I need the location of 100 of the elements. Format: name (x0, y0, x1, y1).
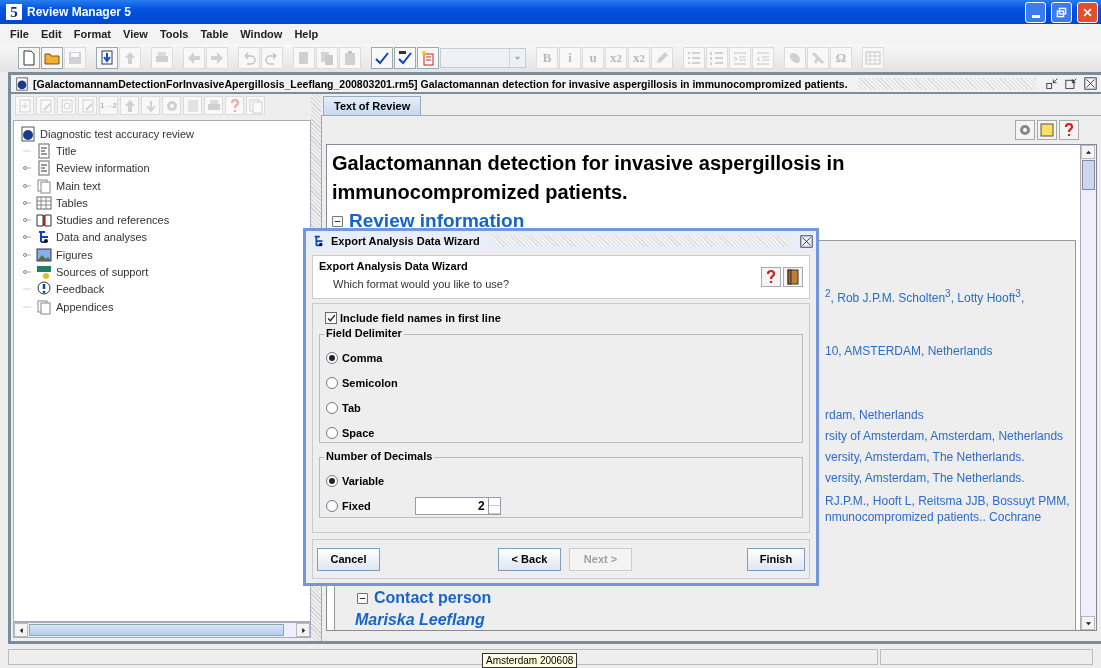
menu-item[interactable]: Table (194, 28, 235, 40)
tree-item[interactable]: Diagnostic test accuracy review (40, 127, 195, 140)
page-icon (21, 50, 37, 66)
scrollbar-thumb[interactable] (29, 624, 284, 636)
folder-icon (44, 50, 60, 66)
add-page-icon (16, 97, 33, 114)
pages-icon (36, 298, 52, 315)
tree-item[interactable]: Figures (56, 248, 93, 261)
radio-button[interactable] (326, 499, 338, 512)
edit-page-icon (79, 97, 96, 114)
arrow-left-icon (186, 50, 202, 66)
menu-item[interactable]: View (117, 28, 154, 40)
review-document-icon (15, 76, 29, 91)
numbered-list-icon (709, 50, 725, 66)
menu-item[interactable]: Help (288, 28, 325, 40)
close-icon (1082, 6, 1093, 18)
tree-item[interactable]: Feedback (56, 283, 105, 296)
arrow-right-icon (209, 50, 225, 66)
outdent-icon (755, 50, 771, 66)
checkbox-label[interactable]: Include field names in first line (340, 312, 501, 324)
radio-button[interactable] (326, 426, 338, 439)
review-text: 10, AMSTERDAM, Netherlands (825, 343, 994, 360)
tab[interactable]: Text of Review (323, 96, 422, 115)
vertical-scrollbar[interactable] (1080, 145, 1096, 630)
checkmark-button[interactable] (371, 47, 393, 69)
tree-item[interactable]: Data and analyses (56, 231, 148, 244)
page-button[interactable] (18, 47, 40, 69)
radio-label[interactable]: Comma (342, 351, 383, 364)
radio-label[interactable]: Space (342, 426, 375, 439)
help-button[interactable] (1059, 120, 1079, 140)
number-spinner[interactable]: 2 (414, 496, 501, 515)
close-icon (1084, 77, 1097, 90)
checkbox[interactable] (325, 312, 337, 324)
document-icon (420, 50, 436, 66)
radio-label[interactable]: Variable (342, 474, 385, 487)
restore-button[interactable] (1051, 1, 1072, 23)
tooltip: Amsterdam 200608 (482, 653, 578, 668)
review-text: rdam, Netherlands (825, 407, 925, 424)
group-label: Number of Decimals (324, 450, 435, 462)
menu-item[interactable]: File (4, 28, 35, 40)
note-button[interactable] (1037, 120, 1057, 140)
book-icon (785, 269, 801, 285)
tree-item[interactable]: Review information (56, 162, 150, 175)
dialog-button[interactable]: Cancel (317, 547, 380, 571)
open-book-icon (36, 212, 52, 229)
radio-label[interactable]: Tab (342, 401, 361, 414)
menu-item[interactable]: Tools (153, 28, 195, 40)
table-icon (36, 194, 52, 211)
import-button[interactable] (96, 47, 118, 69)
clipboard-icon (342, 50, 358, 66)
review-text: versity, Amsterdam, The Netherlands. (825, 470, 1026, 487)
wizard-instruction: Which format would you like to use? (332, 278, 510, 290)
radio-button[interactable] (326, 351, 338, 364)
horizontal-scrollbar[interactable] (13, 622, 311, 638)
menu-item[interactable]: Edit (34, 28, 68, 40)
tree-item[interactable]: Studies and references (56, 214, 170, 227)
close-button[interactable] (1077, 1, 1098, 23)
menu-item[interactable]: Window (234, 28, 289, 40)
help-button[interactable] (761, 267, 781, 287)
form-page-icon (36, 160, 52, 177)
tree-item[interactable]: Tables (56, 196, 88, 209)
contact-name: Mariska Leeflang (354, 611, 486, 629)
section-heading[interactable]: Review information (349, 210, 525, 232)
maximize-icon (1065, 77, 1078, 90)
import-icon (99, 50, 115, 66)
review-text: rsity of Amsterdam, Amsterdam, Netherlands (825, 428, 1065, 445)
book-button[interactable] (783, 267, 803, 287)
note-icon (1039, 122, 1055, 138)
tree-item[interactable]: Sources of support (56, 266, 149, 278)
copy-icon (319, 50, 335, 66)
arrow-down-icon (1084, 619, 1092, 627)
dialog-button[interactable]: < Back (498, 547, 561, 571)
review-text: nmunocompromized patients.. Cochrane (825, 509, 1043, 525)
table-icon (865, 50, 881, 66)
section-heading[interactable]: Contact person (374, 587, 492, 609)
radio-button[interactable] (326, 376, 338, 389)
tree-structure-icon (312, 234, 326, 248)
menu-item[interactable]: Format (67, 28, 117, 40)
dialog-button[interactable]: Finish (747, 547, 805, 571)
radio-label[interactable]: Fixed (342, 499, 371, 512)
spell-check-icon (397, 50, 413, 66)
document-title: [GalactomannamDetectionForInvasiveApergillosis_Leeflang_200803201.rm5] Galactomannan detection for invasive aspergillosis in immunocompromized patients. (33, 77, 848, 90)
review-text: versity, Amsterdam, The Netherlands. (825, 449, 1026, 466)
scrollbar-thumb[interactable] (1082, 160, 1095, 190)
radio-button[interactable] (326, 474, 338, 487)
tree-item[interactable]: Main text (56, 179, 101, 192)
edit-page-icon (37, 97, 54, 114)
folder-button[interactable] (41, 47, 63, 69)
tree-item[interactable]: Title (56, 144, 77, 157)
window-title: Review Manager 5 (27, 5, 133, 19)
tree-item[interactable]: Appendices (56, 300, 114, 313)
minimize-icon (1046, 77, 1059, 90)
pencil-icon (654, 50, 670, 66)
checkmark-icon (374, 50, 390, 66)
find-icon (58, 97, 75, 114)
minimize-button[interactable] (1025, 1, 1046, 23)
radio-label[interactable]: Semicolon (342, 376, 398, 389)
speech-bubble-icon (36, 281, 52, 298)
spell-check-button[interactable] (394, 47, 416, 69)
radio-button[interactable] (326, 401, 338, 414)
